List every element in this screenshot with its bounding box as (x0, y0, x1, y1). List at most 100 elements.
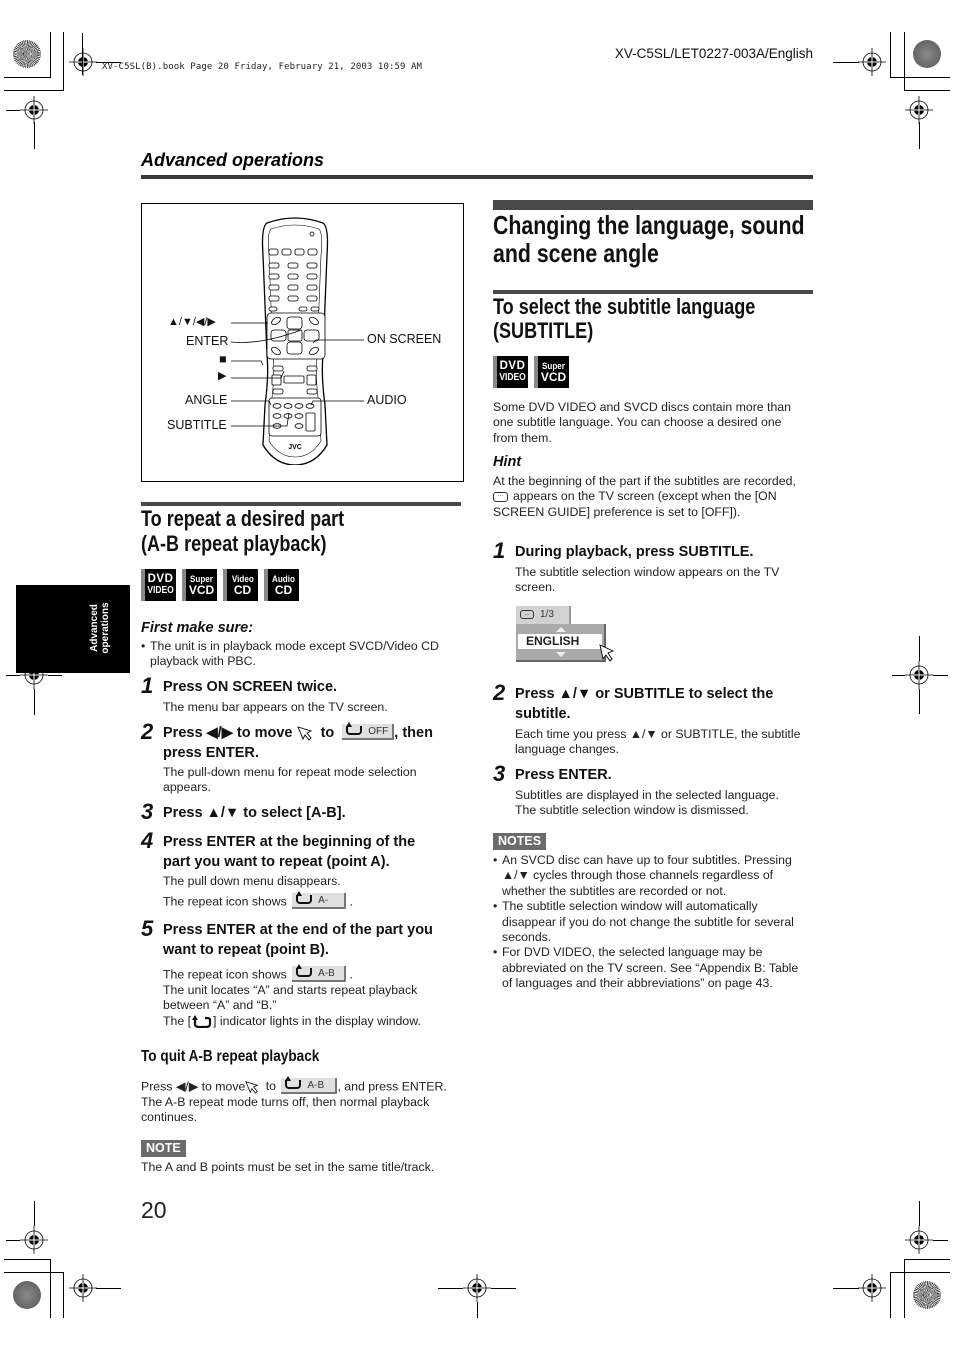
step-title-line: want to repeat (point B). (163, 941, 329, 958)
print-slug: XV-C5SL(B).book Page 20 Friday, February… (102, 62, 423, 72)
intro-paragraph: Some DVD VIDEO and SVCD discs contain mo… (493, 400, 813, 446)
document-id: XV-C5SL/LET0227-003A/English (614, 46, 813, 61)
step-body-text: The [ (163, 1013, 192, 1028)
cursor-pointer-icon (599, 644, 615, 662)
repeat-indicator-icon (192, 1015, 212, 1029)
step-body: The repeat icon shows A-B . The unit loc… (163, 963, 453, 1029)
repeat-icon (296, 890, 313, 904)
note-tag: NOTE (141, 1140, 186, 1157)
registration-mark-icon (69, 1274, 97, 1302)
hint-paragraph: At the beginning of the part if the subt… (493, 474, 818, 520)
quit-text: continues. (141, 1110, 198, 1125)
step-body-text: The repeat icon shows (163, 967, 287, 982)
label-on-screen: ON SCREEN (367, 332, 442, 346)
step-body: The subtitle selection window appears on… (515, 565, 815, 596)
quit-text: to (265, 1079, 277, 1094)
step-body-text: The unit locates “A” and starts repeat p… (163, 983, 418, 997)
hint-line: At the beginning of the part if the subt… (493, 474, 796, 488)
step-number: 3 (493, 761, 506, 786)
registration-mark-icon (905, 1226, 933, 1254)
cursor-pointer-icon (245, 1081, 259, 1094)
side-tab-line2: operations (100, 602, 111, 654)
note-item: The subtitle selection window will autom… (493, 899, 818, 945)
quit-ab-instructions: Press ◀/▶ to move to A-B, and press ENTE… (141, 1075, 466, 1126)
step-body-line: Each time you press ▲/▼ or SUBTITLE, the… (515, 727, 801, 741)
selected-language: ENGLISH (518, 634, 602, 649)
step-title-part: press ENTER. (163, 744, 259, 761)
step-title-line: Press ENTER at the beginning of the (163, 834, 416, 850)
step-number: 1 (493, 538, 506, 563)
quit-text: , and press ENTER. (337, 1079, 447, 1094)
label-enter: ENTER (186, 334, 229, 348)
note-item: For DVD VIDEO, the selected language may… (493, 945, 818, 991)
notes-list: An SVCD disc can have up to four subtitl… (493, 853, 818, 992)
scroll-up-arrow-icon (556, 627, 566, 632)
heading-rule (493, 200, 813, 210)
repeat-ab-osd: A-B (292, 963, 347, 982)
step-number: 5 (141, 916, 154, 941)
dvd-video-badge: DVD VIDEO (141, 569, 176, 601)
registration-mark-icon (905, 661, 933, 689)
registration-mark-icon (20, 96, 48, 124)
step-title: Press ENTER at the end of the part you w… (163, 921, 433, 960)
step-number: 4 (141, 828, 154, 853)
step-body-line: The subtitle selection window appears on… (515, 565, 780, 579)
registration-mark-icon (858, 48, 886, 76)
disc-type-badges: DVD VIDEO Super VCD (493, 356, 569, 388)
repeat-icon (296, 963, 313, 977)
ab-repeat-title: To repeat a desired part (A-B repeat pla… (141, 506, 344, 556)
note-item: An SVCD disc can have up to four subtitl… (493, 853, 818, 899)
video-cd-badge: Video CD (223, 569, 258, 601)
note-text: The A and B points must be set in the sa… (141, 1160, 435, 1174)
step-title: Press ▲/▼ or SUBTITLE to select the subt… (515, 685, 773, 724)
registration-mark-icon (858, 1274, 886, 1302)
step-body: The pull-down menu for repeat mode selec… (163, 765, 417, 795)
label-stop: ■ (219, 352, 227, 366)
intro-line: from them. (493, 430, 552, 445)
subtitle-section-title: To select the subtitle language (SUBTITL… (493, 295, 755, 343)
subtitle-section-title-line1: To select the subtitle language (493, 294, 756, 319)
notes-tag: NOTES (493, 833, 547, 850)
label-play: ▶ (218, 370, 227, 382)
registration-mark-icon (69, 48, 97, 76)
step-number: 2 (141, 719, 154, 744)
step-title-line: subtitle. (515, 705, 571, 722)
repeat-icon (346, 722, 363, 736)
audio-cd-badge: Audio CD (264, 569, 299, 601)
step-title: Press ON SCREEN twice. (163, 679, 338, 695)
label-subtitle: SUBTITLE (167, 418, 227, 432)
step-title-part: to (320, 725, 335, 741)
chapter-title: Changing the language, sound and scene a… (493, 211, 805, 267)
color-target-icon (13, 1281, 41, 1309)
step-title: Press ENTER at the beginning of the part… (163, 833, 415, 872)
hint-line: appears on the TV screen (except when th… (513, 489, 777, 504)
repeat-a-osd: A- (292, 890, 347, 909)
step-title-line: part you want to repeat (point A). (163, 853, 390, 870)
prerequisite-item: • The unit is in playback mode except SVC… (141, 639, 439, 669)
step-title-line: Press ▲/▼ or SUBTITLE to select the (515, 686, 774, 702)
color-target-icon (13, 40, 41, 68)
color-target-icon (913, 1281, 941, 1309)
subtitle-selection-window: ... 1/3 ENGLISH (516, 606, 616, 664)
label-angle: ANGLE (185, 393, 228, 407)
step-body-line: screen. (515, 580, 556, 595)
step-body-line: Subtitles are displayed in the selected … (515, 788, 779, 802)
repeat-off-osd: OFF (342, 722, 395, 741)
scroll-down-arrow-icon (556, 652, 566, 657)
prerequisite-text: The unit is in playback mode except SVCD… (150, 639, 439, 669)
step-title-part: , then (394, 725, 433, 741)
hint-heading: Hint (493, 454, 522, 470)
side-tab (16, 585, 130, 673)
step-body: The menu bar appears on the TV screen. (163, 700, 388, 714)
label-arrows: ▲/▼/◀/▶ (168, 316, 216, 328)
step-body-text: ] indicator lights in the display window… (213, 1013, 421, 1028)
super-vcd-badge: Super VCD (182, 569, 217, 601)
step-body-line: language changes. (515, 742, 619, 757)
section-header: Advanced operations (141, 150, 325, 170)
color-target-icon (913, 40, 941, 68)
chapter-title-line1: Changing the language, sound (493, 210, 805, 240)
repeat-icon (285, 1075, 302, 1089)
step-number: 1 (141, 673, 154, 698)
step-title: Press ◀/▶ to move to OFF, then press ENT… (163, 722, 463, 763)
intro-line: Some DVD VIDEO and SVCD discs contain mo… (493, 400, 791, 414)
